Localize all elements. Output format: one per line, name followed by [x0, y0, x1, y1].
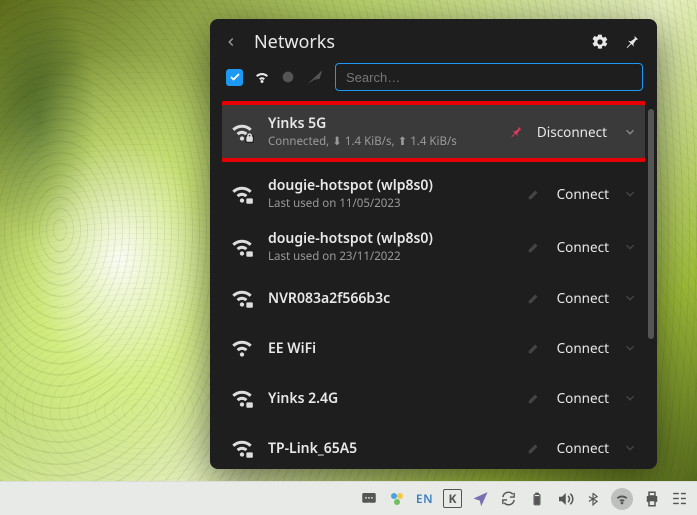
chevron-down-icon[interactable]	[623, 187, 639, 201]
network-name: Yinks 2.4G	[268, 389, 517, 408]
scrollbar[interactable]	[648, 109, 654, 349]
taskbar: EN K	[0, 481, 697, 515]
wifi-secure-icon	[226, 432, 258, 464]
k-app-tray-icon[interactable]: K	[443, 489, 462, 508]
network-texts: Yinks 5G Connected, ⬇ 1.4 KiB/s, ⬆ 1.4 K…	[268, 114, 499, 149]
pin-icon[interactable]	[621, 31, 643, 53]
network-item[interactable]: TP-Link_65A5 Connect	[222, 423, 645, 469]
network-name: TP-Link_65A5	[268, 439, 517, 458]
networks-list-wrap: Yinks 5G Connected, ⬇ 1.4 KiB/s, ⬆ 1.4 K…	[210, 101, 657, 469]
wired-filter-icon[interactable]	[277, 66, 299, 88]
wifi-filter-icon[interactable]	[251, 66, 273, 88]
search-input[interactable]	[344, 69, 634, 86]
disconnect-button[interactable]: Disconnect	[533, 119, 611, 145]
printer-tray-icon[interactable]	[642, 489, 661, 508]
search-box[interactable]	[335, 63, 643, 91]
wifi-secure-icon	[226, 282, 258, 314]
edit-icon[interactable]	[527, 240, 543, 254]
network-texts: TP-Link_65A5	[268, 439, 517, 458]
network-item[interactable]: NVR083a2f566b3c Connect	[222, 273, 645, 323]
up-rate: 1.4 KiB/s	[410, 134, 457, 149]
expand-chevron-icon[interactable]	[621, 125, 639, 139]
wifi-icon	[226, 332, 258, 364]
arrow-up-icon: ⬆	[398, 134, 408, 149]
network-texts: dougie-hotspot (wlp8s0) Last used on 11/…	[268, 176, 517, 211]
status-prefix: Connected,	[268, 134, 329, 149]
network-sub: Last used on 11/05/2023	[268, 196, 517, 211]
panel-header: Networks	[210, 19, 657, 63]
network-name: EE WiFi	[268, 339, 517, 358]
network-texts: dougie-hotspot (wlp8s0) Last used on 23/…	[268, 229, 517, 264]
chevron-down-icon[interactable]	[623, 391, 639, 405]
network-tray-icon[interactable]	[611, 488, 633, 510]
network-name: NVR083a2f566b3c	[268, 289, 517, 308]
updates-tray-icon[interactable]	[499, 489, 518, 508]
chevron-down-icon[interactable]	[623, 240, 639, 254]
battery-tray-icon[interactable]	[527, 489, 546, 508]
connect-button[interactable]: Connect	[553, 285, 613, 311]
network-item[interactable]: dougie-hotspot (wlp8s0) Last used on 11/…	[222, 167, 645, 220]
wifi-secure-icon	[226, 382, 258, 414]
filter-row	[210, 63, 657, 101]
chevron-down-icon[interactable]	[623, 341, 639, 355]
connect-button[interactable]: Connect	[553, 181, 613, 207]
volume-tray-icon[interactable]	[555, 489, 574, 508]
connect-button[interactable]: Connect	[553, 335, 613, 361]
wifi-secure-icon	[226, 178, 258, 210]
network-item-connected[interactable]: Yinks 5G Connected, ⬇ 1.4 KiB/s, ⬆ 1.4 K…	[222, 105, 645, 158]
wifi-secure-icon	[226, 231, 258, 263]
settings-gear-icon[interactable]	[589, 31, 611, 53]
networks-panel: Networks	[210, 19, 657, 469]
pin-connected-icon	[509, 125, 523, 139]
network-item[interactable]: EE WiFi Connect	[222, 323, 645, 373]
vpn-tray-icon[interactable]	[471, 489, 490, 508]
network-name: dougie-hotspot (wlp8s0)	[268, 229, 517, 248]
network-sub: Last used on 23/11/2022	[268, 249, 517, 264]
down-rate: 1.4 KiB/s,	[345, 134, 395, 149]
system-tray: EN K	[359, 488, 689, 510]
back-button[interactable]	[218, 29, 244, 55]
network-name: dougie-hotspot (wlp8s0)	[268, 176, 517, 195]
chevron-down-icon[interactable]	[623, 441, 639, 455]
chevron-down-icon[interactable]	[623, 291, 639, 305]
network-item[interactable]: Yinks 2.4G Connect	[222, 373, 645, 423]
vpn-filter-icon[interactable]	[303, 66, 325, 88]
connected-network-highlight: Yinks 5G Connected, ⬇ 1.4 KiB/s, ⬆ 1.4 K…	[222, 101, 645, 162]
edit-icon[interactable]	[527, 291, 543, 305]
networks-list: Yinks 5G Connected, ⬇ 1.4 KiB/s, ⬆ 1.4 K…	[222, 101, 645, 469]
edit-icon[interactable]	[527, 441, 543, 455]
scrollbar-thumb[interactable]	[648, 109, 654, 339]
edit-icon[interactable]	[527, 341, 543, 355]
network-texts: EE WiFi	[268, 339, 517, 358]
show-saved-checkbox[interactable]	[226, 69, 243, 86]
app-tray-icon[interactable]	[387, 489, 406, 508]
show-hidden-tray-icon[interactable]	[670, 489, 689, 508]
arrow-down-icon: ⬇	[332, 134, 342, 149]
edit-icon[interactable]	[527, 187, 543, 201]
messages-tray-icon[interactable]	[359, 489, 378, 508]
bluetooth-tray-icon[interactable]	[583, 489, 602, 508]
connect-button[interactable]: Connect	[553, 234, 613, 260]
panel-title: Networks	[254, 30, 579, 54]
keyboard-lang-indicator[interactable]: EN	[415, 489, 434, 508]
wifi-secure-icon	[226, 116, 258, 148]
network-item[interactable]: dougie-hotspot (wlp8s0) Last used on 23/…	[222, 220, 645, 273]
network-texts: NVR083a2f566b3c	[268, 289, 517, 308]
network-texts: Yinks 2.4G	[268, 389, 517, 408]
network-status: Connected, ⬇ 1.4 KiB/s, ⬆ 1.4 KiB/s	[268, 134, 499, 149]
connect-button[interactable]: Connect	[553, 385, 613, 411]
edit-icon[interactable]	[527, 391, 543, 405]
connect-button[interactable]: Connect	[553, 435, 613, 461]
network-name: Yinks 5G	[268, 114, 499, 133]
